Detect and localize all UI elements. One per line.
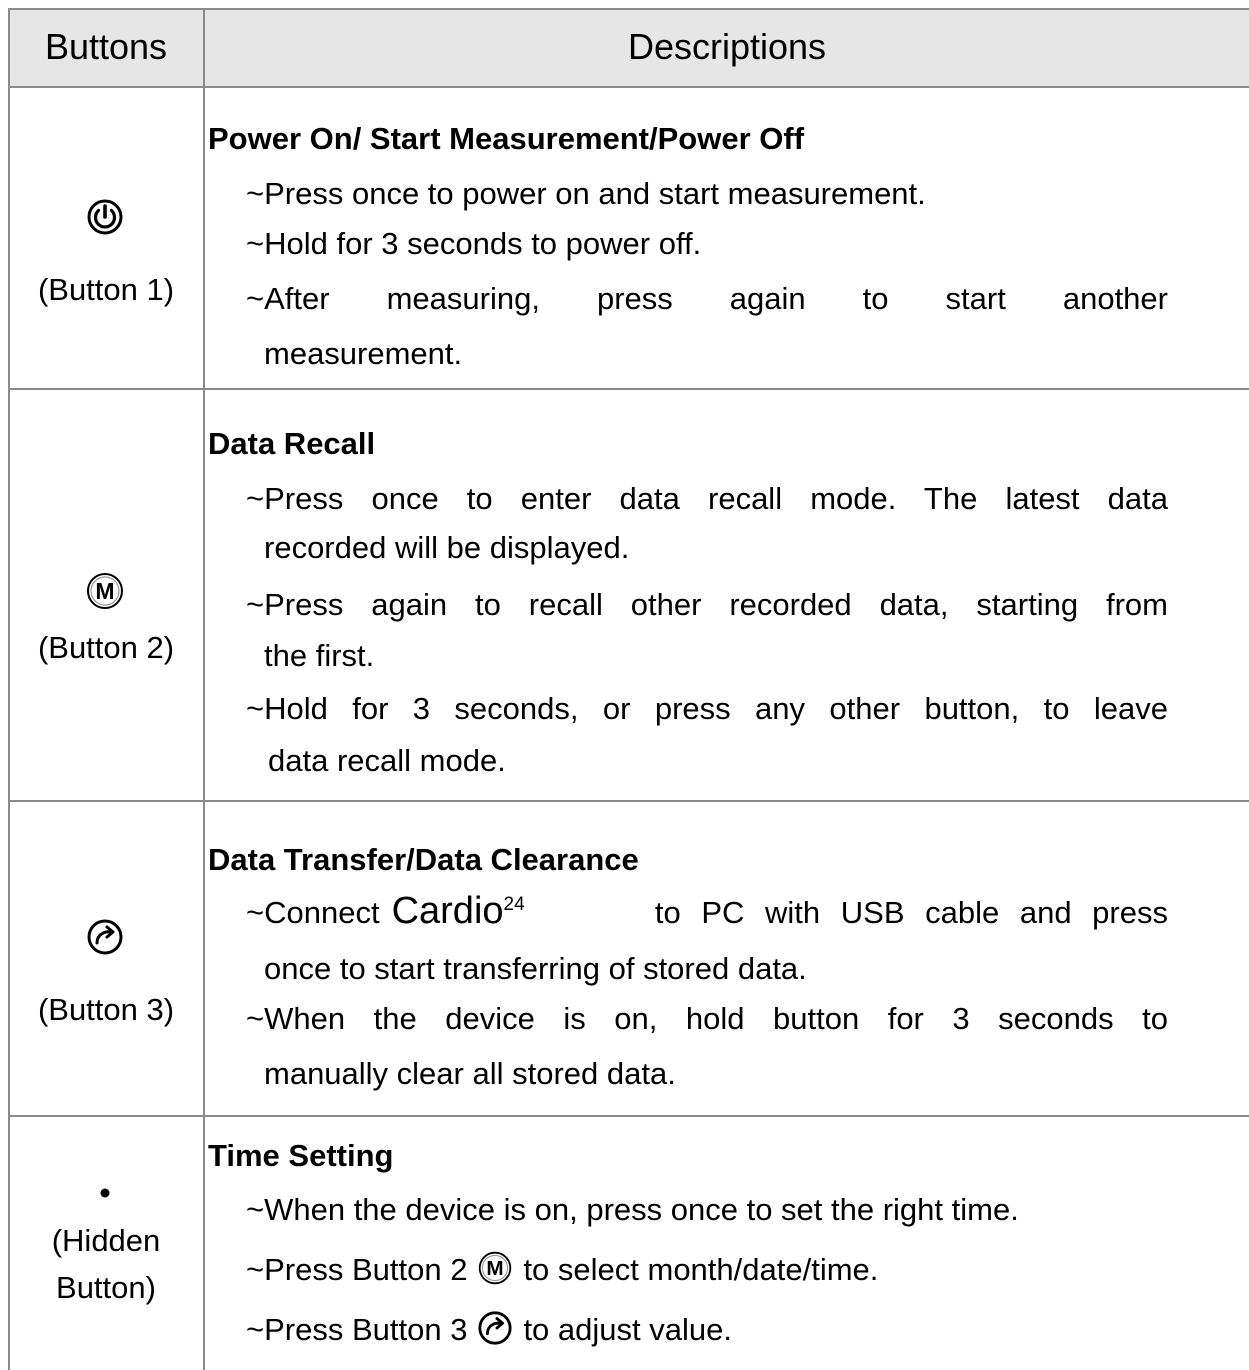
description-line: the first.: [264, 638, 375, 673]
button-1-label: (Button 1): [37, 272, 175, 307]
brand-superscript: 24: [503, 894, 525, 915]
description-line: ~When the device is on, press once to se…: [246, 1192, 1019, 1227]
hidden-button-label: (Hidden: [51, 1223, 161, 1258]
line-suffix: to select month/date/time.: [523, 1252, 879, 1287]
transfer-arrow-icon: [478, 1311, 513, 1345]
row-title: Time Setting: [208, 1138, 394, 1173]
line-prefix: ~Press Button 3: [246, 1312, 468, 1347]
brand-name: Cardio: [391, 890, 504, 932]
description-line: ~After measuring, press again to start a…: [246, 281, 1168, 316]
header-buttons: Buttons: [44, 26, 168, 67]
line-prefix: ~Connect: [246, 895, 380, 930]
description-line: ~Press Button 2 M to select month/date/t…: [246, 1251, 879, 1290]
description-line: ~Hold for 3 seconds to power off.: [246, 226, 702, 261]
column-divider: [203, 8, 205, 1370]
dot-icon: [100, 1188, 110, 1198]
description-line: once to start transferring of stored dat…: [264, 951, 807, 986]
description-line: data recall mode.: [268, 743, 506, 778]
description-line: ~Hold for 3 seconds, or press any other …: [246, 691, 1168, 726]
row-divider: [8, 800, 1249, 802]
button-2-label: (Button 2): [37, 630, 175, 665]
description-line: ~Press Button 3 to adjust value.: [246, 1311, 732, 1350]
description-line: recorded will be displayed.: [264, 530, 630, 565]
svg-text:M: M: [487, 1257, 504, 1280]
line-suffix: to adjust value.: [523, 1312, 732, 1347]
row-title: Data Recall: [208, 426, 376, 461]
row-title: Power On/ Start Measurement/Power Off: [208, 121, 805, 156]
line-suffix: to PC with USB cable and press: [654, 895, 1168, 930]
header-descriptions: Descriptions: [627, 26, 827, 67]
power-icon: [87, 199, 123, 235]
description-line: ~Press once to power on and start measur…: [246, 176, 926, 211]
table-border-top: [8, 8, 1249, 10]
m-circle-icon: M: [87, 573, 123, 609]
line-part: ~Connect Cardio 24: [246, 890, 525, 933]
row-divider: [8, 1115, 1249, 1117]
description-line: ~Press once to enter data recall mode. T…: [246, 481, 1168, 516]
button-3-label: (Button 3): [37, 992, 175, 1027]
header-divider: [8, 86, 1249, 88]
description-line: manually clear all stored data.: [264, 1056, 676, 1091]
description-line: ~When the device is on, hold button for …: [246, 1001, 1168, 1036]
hidden-button-label: Button): [56, 1270, 156, 1305]
description-line: ~Connect Cardio 24 to PC with USB cable …: [246, 890, 1168, 933]
line-prefix: ~Press Button 2: [246, 1252, 468, 1287]
description-line: ~Press again to recall other recorded da…: [246, 587, 1168, 622]
row-divider: [8, 388, 1249, 390]
svg-text:M: M: [95, 578, 114, 604]
table-border-left: [8, 8, 10, 1370]
transfer-arrow-icon: [87, 919, 123, 955]
description-line: measurement.: [264, 336, 463, 371]
row-title: Data Transfer/Data Clearance: [208, 842, 639, 877]
m-circle-icon: M: [479, 1251, 512, 1285]
